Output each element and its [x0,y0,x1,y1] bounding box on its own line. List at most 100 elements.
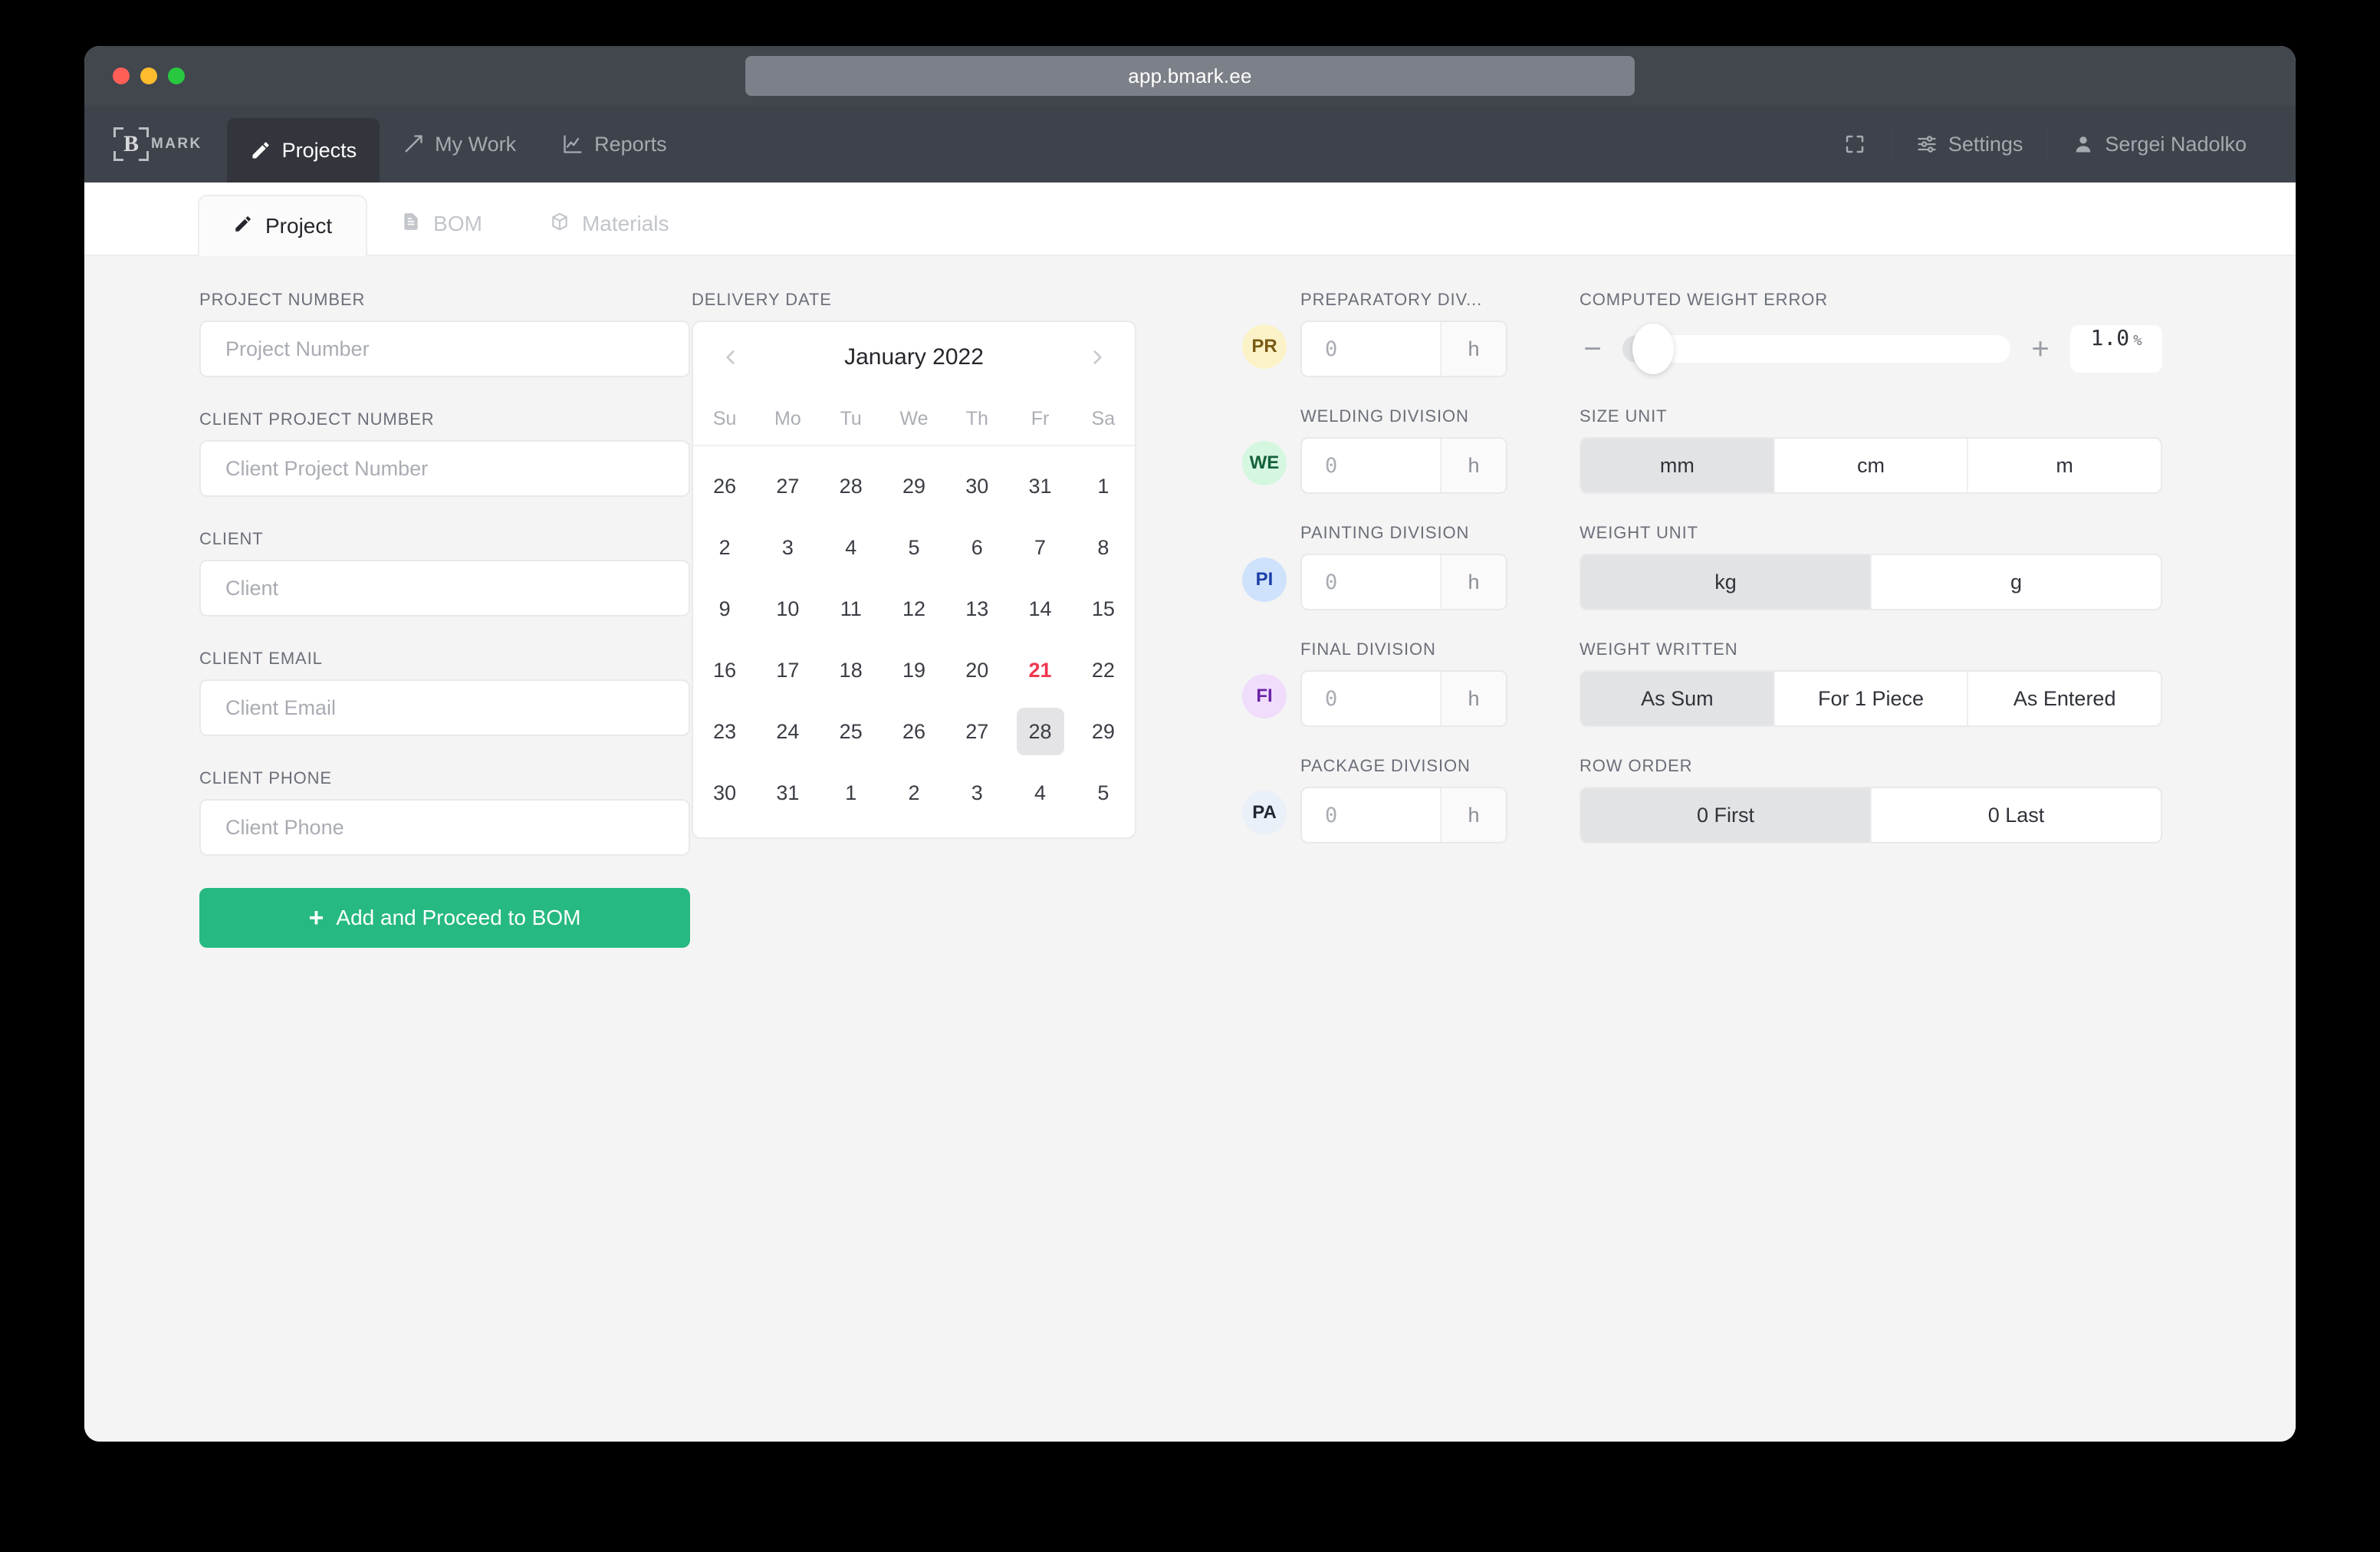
tab-materials[interactable]: Materials [516,193,703,255]
app-logo[interactable]: B MARK [84,106,227,182]
chevron-left-icon[interactable] [713,340,748,375]
calendar-day-3[interactable]: 3 [756,517,819,578]
url-bar[interactable]: app.bmark.ee [745,56,1635,96]
client-input[interactable]: Client [199,560,690,617]
calendar-day-31[interactable]: 31 [756,762,819,824]
slider-handle[interactable] [1632,324,1675,374]
client-email-input[interactable]: Client Email [199,679,690,736]
size-unit-option-cm[interactable]: cm [1775,439,1969,492]
weight-error-slider[interactable] [1622,324,2010,374]
calendar-day-16[interactable]: 16 [693,640,756,701]
size-unit-option-mm[interactable]: mm [1581,439,1775,492]
calendar-day-label: 24 [776,719,800,743]
calendar-day-4[interactable]: 4 [820,517,883,578]
calendar-day-28[interactable]: 28 [1008,701,1071,762]
calendar-day-8[interactable]: 8 [1072,517,1135,578]
calendar-day-31[interactable]: 31 [1008,455,1071,517]
calendar-day-6[interactable]: 6 [945,517,1008,578]
calendar-day-2[interactable]: 2 [883,762,945,824]
calendar-day-24[interactable]: 24 [756,701,819,762]
chevron-right-icon[interactable] [1080,340,1115,375]
calendar-day-5[interactable]: 5 [1072,762,1135,824]
calendar-day-13[interactable]: 13 [945,578,1008,640]
calendar-weekday-header: Su Mo Tu We Th Fr Sa [693,393,1135,446]
calendar-day-30[interactable]: 30 [945,455,1008,517]
calendar-day-7[interactable]: 7 [1008,517,1071,578]
calendar-day-14[interactable]: 14 [1008,578,1071,640]
calendar-day-2[interactable]: 2 [693,517,756,578]
minus-icon[interactable]: − [1580,334,1606,364]
calendar-day-10[interactable]: 10 [756,578,819,640]
calendar-day-28[interactable]: 28 [820,455,883,517]
calendar-day-label: 21 [1028,658,1052,682]
division-hours-input-pr[interactable]: 0h [1300,321,1507,377]
calendar-day-23[interactable]: 23 [693,701,756,762]
division-hours-input-pa[interactable]: 0h [1300,787,1507,843]
weight-written-option-as-entered[interactable]: As Entered [1968,672,2161,725]
project-number-input[interactable]: Project Number [199,321,690,377]
calendar-day-26[interactable]: 26 [883,701,945,762]
division-hours-input-pi[interactable]: 0h [1300,554,1507,610]
fullscreen-button[interactable] [1823,133,1886,156]
calendar-day-5[interactable]: 5 [883,517,945,578]
nav-item-projects[interactable]: Projects [226,118,380,182]
nav-label-projects: Projects [281,138,357,162]
calendar-day-12[interactable]: 12 [883,578,945,640]
calendar-day-19[interactable]: 19 [883,640,945,701]
calendar-day-27[interactable]: 27 [756,455,819,517]
division-hours-input-fi[interactable]: 0h [1300,670,1507,727]
calendar-day-9[interactable]: 9 [693,578,756,640]
user-menu[interactable]: Sergei Nadolko [2053,133,2267,156]
client-project-number-input[interactable]: Client Project Number [199,440,690,497]
calendar-day-26[interactable]: 26 [693,455,756,517]
weight-written-segmented-control: As Sum For 1 Piece As Entered [1580,670,2162,727]
calendar-day-27[interactable]: 27 [945,701,1008,762]
division-hours-input-we[interactable]: 0h [1300,437,1507,494]
calendar-day-29[interactable]: 29 [883,455,945,517]
calendar-day-1[interactable]: 1 [1072,455,1135,517]
tab-project[interactable]: Project [198,195,368,256]
calendar-day-25[interactable]: 25 [820,701,883,762]
calendar-day-label: 29 [902,474,925,498]
calendar-day-20[interactable]: 20 [945,640,1008,701]
minimize-window-button[interactable] [140,67,157,84]
navbar-right-group: Settings Sergei Nadolko [1823,106,2296,182]
nav-item-settings[interactable]: Settings [1896,133,2043,156]
weight-unit-option-g[interactable]: g [1872,555,2161,609]
close-window-button[interactable] [113,67,130,84]
row-order-option-0-last[interactable]: 0 Last [1872,788,2161,842]
nav-item-my-work[interactable]: My Work [380,106,539,182]
tab-bom[interactable]: BOM [367,193,516,255]
client-phone-input[interactable]: Client Phone [199,799,690,856]
field-project-number: PROJECT NUMBER Project Number [199,290,692,377]
calendar-day-30[interactable]: 30 [693,762,756,824]
calendar-day-29[interactable]: 29 [1072,701,1135,762]
calendar-day-3[interactable]: 3 [945,762,1008,824]
calendar-day-15[interactable]: 15 [1072,578,1135,640]
division-hours-unit: h [1440,672,1506,725]
calendar-day-11[interactable]: 11 [820,578,883,640]
division-hours-value: 0 [1325,570,1338,594]
weight-unit-option-kg[interactable]: kg [1581,555,1872,609]
nav-item-reports[interactable]: Reports [539,106,690,182]
calendar-day-label: 20 [965,658,989,682]
maximize-window-button[interactable] [168,67,185,84]
calendar-day-18[interactable]: 18 [820,640,883,701]
calendar-day-label: 7 [1034,535,1047,559]
calendar-day-4[interactable]: 4 [1008,762,1071,824]
calendar-day-22[interactable]: 22 [1072,640,1135,701]
calendar-day-21[interactable]: 21 [1008,640,1071,701]
size-unit-option-m[interactable]: m [1968,439,2161,492]
label-division-we: WELDING DIVISION [1300,406,1469,426]
division-row-fi: FINAL DIVISION FI 0 h [1242,640,1580,727]
add-and-proceed-to-bom-button[interactable]: + Add and Proceed to BOM [199,888,690,948]
weight-written-option-as-sum[interactable]: As Sum [1581,672,1775,725]
weight-written-option-for-1-piece[interactable]: For 1 Piece [1775,672,1969,725]
calendar-day-label: 25 [839,719,863,743]
browser-titlebar: app.bmark.ee [84,46,2296,106]
calendar-day-1[interactable]: 1 [820,762,883,824]
plus-icon[interactable]: + [2027,334,2053,364]
calendar-day-17[interactable]: 17 [756,640,819,701]
division-row-pr: PREPARATORY DIV... PR 0 h [1242,290,1580,377]
row-order-option-0-first[interactable]: 0 First [1581,788,1872,842]
